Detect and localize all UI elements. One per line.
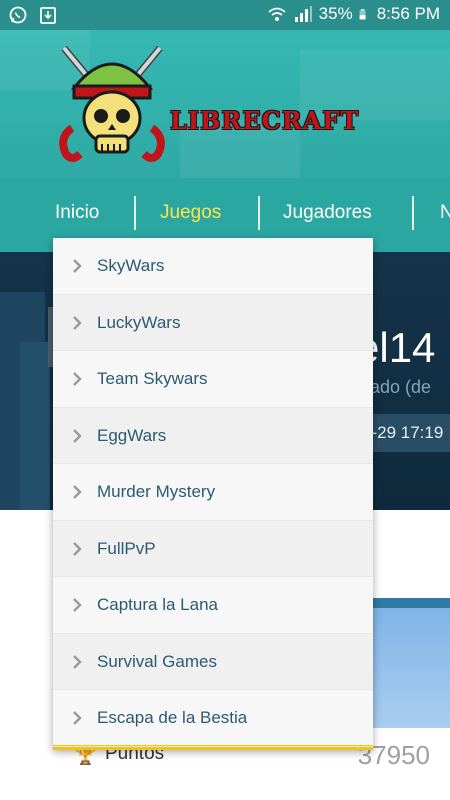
- dropdown-item-label: EggWars: [97, 425, 167, 445]
- dropdown-item-label: LuckyWars: [97, 312, 181, 332]
- nav-divider: [134, 196, 136, 230]
- dropdown-item-label: Escapa de la Bestia: [97, 708, 248, 727]
- clock: 8:56 PM: [376, 4, 440, 23]
- status-bar: 35% 8:56 PM: [0, 0, 450, 30]
- dropdown-item-skywars[interactable]: SkyWars: [53, 238, 373, 295]
- nav-item-juegos[interactable]: Juegos: [160, 202, 221, 224]
- whatsapp-icon: [9, 6, 27, 24]
- nav-item-inicio[interactable]: Inicio: [55, 202, 99, 224]
- dropdown-item-label: FullPvP: [97, 538, 156, 558]
- battery-percent: 35%: [318, 4, 353, 23]
- download-icon: [40, 7, 56, 24]
- card-image: [372, 608, 450, 728]
- dropdown-item-eggwars[interactable]: EggWars: [53, 407, 373, 464]
- chevron-right-icon: [73, 485, 82, 499]
- battery-icon: [359, 9, 366, 20]
- dropdown-item-label: Survival Games: [97, 651, 217, 671]
- chevron-right-icon: [73, 372, 82, 386]
- dropdown-item-luckywars[interactable]: LuckyWars: [53, 294, 373, 351]
- signal-icon: [294, 6, 312, 22]
- chevron-right-icon: [73, 711, 82, 725]
- nav-item-jugadores[interactable]: Jugadores: [283, 202, 372, 224]
- chevron-right-icon: [73, 428, 82, 443]
- dropdown-item-murder-mystery[interactable]: Murder Mystery: [53, 464, 373, 521]
- profile-date: 0-29 17:19: [362, 423, 444, 442]
- dropdown-item-captura-la-lana[interactable]: Captura la Lana: [53, 577, 373, 634]
- nav-divider: [412, 196, 414, 230]
- site-header: LIBRECRAFT: [0, 30, 450, 178]
- card-header-bar: [372, 598, 450, 608]
- nav-divider: [258, 196, 260, 230]
- chevron-right-icon: [73, 598, 82, 612]
- dropdown-item-fullpvp[interactable]: FullPvP: [53, 520, 373, 577]
- chevron-right-icon: [73, 654, 82, 669]
- nav-item-more[interactable]: N: [440, 202, 450, 224]
- chevron-right-icon: [73, 315, 82, 330]
- dropdown-item-survival-games[interactable]: Survival Games: [53, 633, 373, 690]
- pirate-skull-logo-icon: [59, 45, 165, 162]
- dropdown-item-label: Captura la Lana: [97, 595, 218, 614]
- logo-wordmark: LIBRECRAFT: [170, 106, 360, 135]
- dropdown-item-label: SkyWars: [97, 256, 165, 275]
- wifi-icon: [268, 7, 286, 21]
- dropdown-item-escapa-de-la-bestia[interactable]: Escapa de la Bestia: [53, 690, 373, 747]
- chevron-right-icon: [73, 259, 82, 273]
- site-logo[interactable]: LIBRECRAFT: [52, 40, 372, 170]
- dropdown-item-label: Team Skywars: [97, 369, 208, 388]
- dropdown-item-label: Murder Mystery: [97, 482, 216, 501]
- chevron-right-icon: [73, 541, 82, 556]
- dropdown-item-team-skywars[interactable]: Team Skywars: [53, 351, 373, 408]
- games-dropdown-menu: SkyWars LuckyWars Team Skywars EggWars M…: [53, 238, 373, 750]
